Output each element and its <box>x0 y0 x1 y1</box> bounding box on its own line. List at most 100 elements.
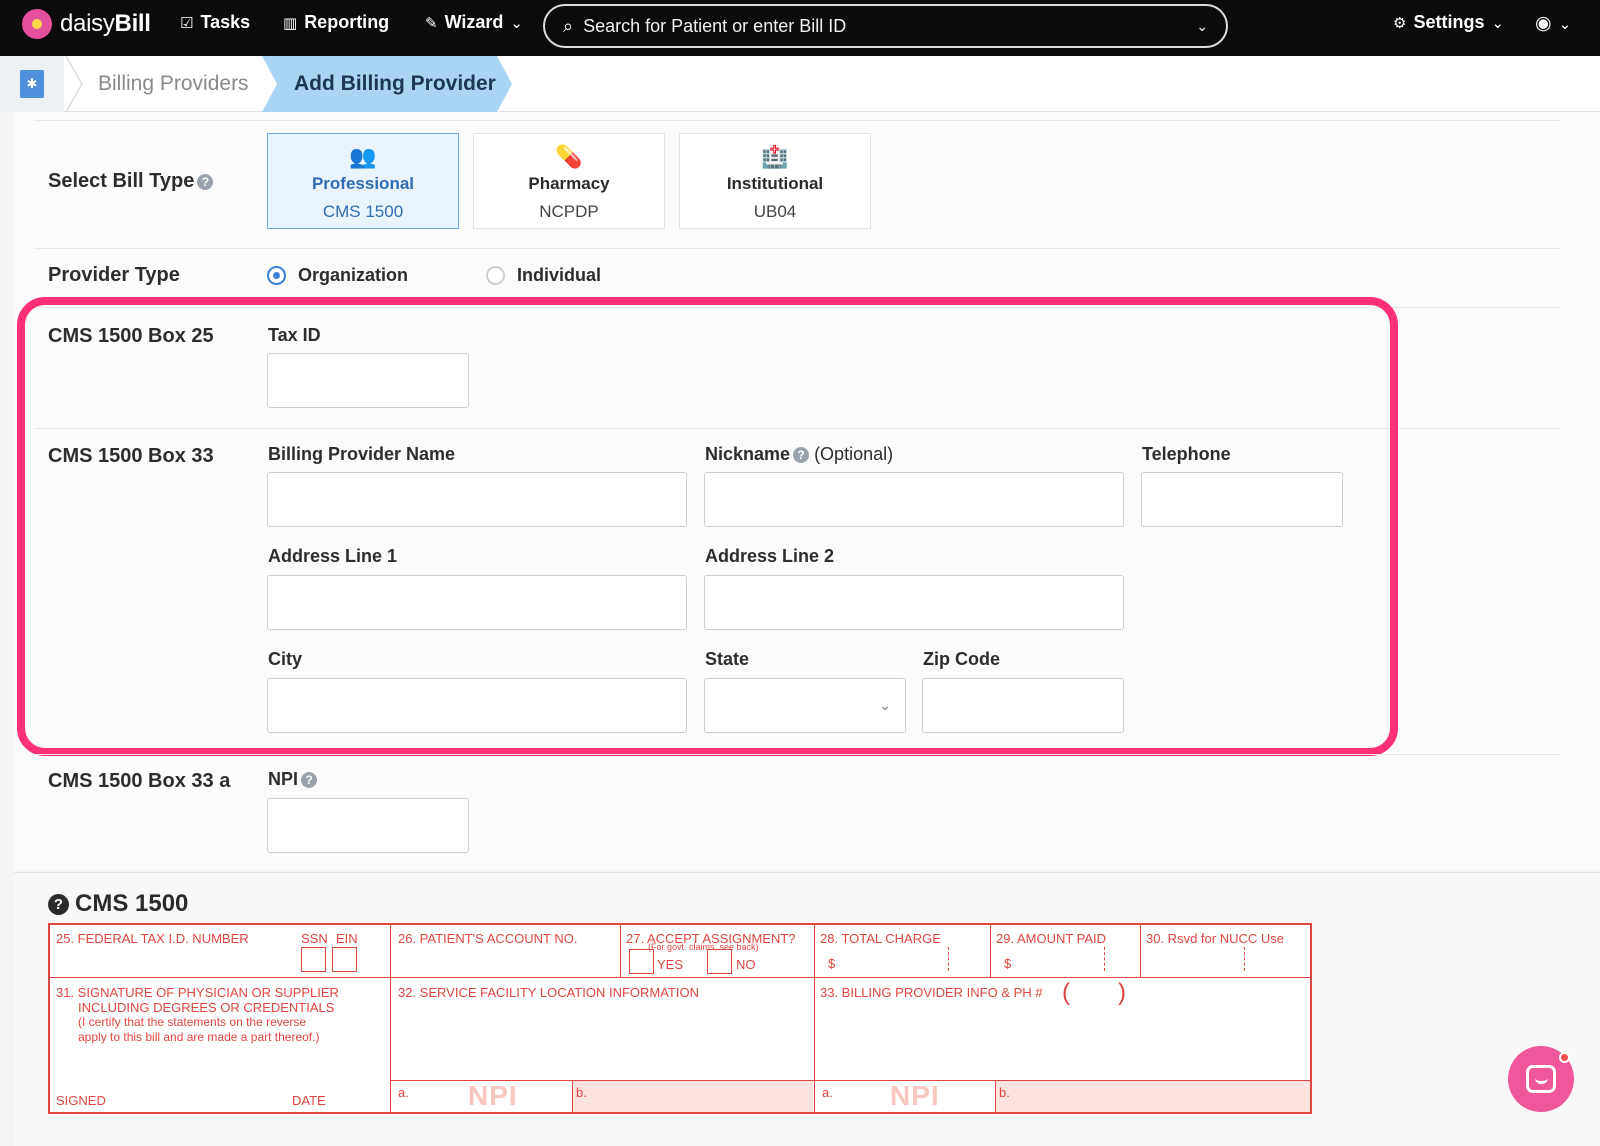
form-field-27-note: (For govt. claims, see back) <box>648 942 759 952</box>
telephone-field[interactable] <box>1141 472 1343 527</box>
form-shaded-cell <box>573 1081 813 1112</box>
top-navbar: daisyBill ☑ Tasks ▥ Reporting ✎ Wizard ⌄… <box>0 0 1600 56</box>
divider <box>34 307 1560 308</box>
form-dollar: $ <box>828 956 836 971</box>
chevron-down-icon: ⌄ <box>510 14 523 32</box>
clipboard-icon: ☑ <box>180 14 194 32</box>
help-icon[interactable]: ? <box>301 772 318 789</box>
help-icon[interactable]: ? <box>793 447 810 464</box>
bill-type-pharmacy[interactable]: 💊 Pharmacy NCPDP <box>473 133 665 229</box>
form-col-divider <box>390 925 391 1112</box>
form-field-32: 32. SERVICE FACILITY LOCATION INFORMATIO… <box>398 985 699 1000</box>
npi-field[interactable] <box>267 798 469 853</box>
magic-wand-icon: ✎ <box>425 14 438 32</box>
nav-wizard[interactable]: ✎ Wizard ⌄ <box>425 12 523 33</box>
notification-dot <box>1559 1052 1570 1063</box>
bill-type-label: Select Bill Type? <box>48 170 214 193</box>
form-33a: a. <box>822 1085 833 1100</box>
chevron-down-icon: ⌄ <box>879 697 891 713</box>
address-line2-field[interactable] <box>704 575 1124 630</box>
nav-reporting[interactable]: ▥ Reporting <box>283 12 389 33</box>
search-icon: ⌕ <box>563 15 574 36</box>
divider <box>34 754 1560 755</box>
form-yes: YES <box>657 957 684 972</box>
city-field[interactable] <box>267 678 687 733</box>
billing-provider-name-field[interactable] <box>267 472 687 527</box>
chevron-down-icon[interactable]: ⌄ <box>1196 18 1208 35</box>
form-no-checkbox <box>707 949 732 974</box>
npi-watermark: NPI <box>890 1080 940 1111</box>
logo-text: daisyBill <box>60 10 151 37</box>
npi-label: NPI? <box>268 769 318 790</box>
form-phone-paren-close: ) <box>1118 979 1126 1006</box>
users-icon: 👥 <box>349 144 377 169</box>
chat-icon <box>1526 1065 1556 1093</box>
daisy-flower-icon <box>22 9 52 39</box>
box33a-label: CMS 1500 Box 33 a <box>48 770 231 792</box>
bar-chart-icon: ▥ <box>283 14 298 32</box>
zip-code-field[interactable] <box>922 678 1124 733</box>
bill-type-professional[interactable]: 👥 Professional CMS 1500 <box>267 133 459 229</box>
tax-id-label: Tax ID <box>268 325 321 345</box>
form-33b: b. <box>999 1085 1010 1100</box>
tax-id-field[interactable] <box>267 353 469 408</box>
form-yes-checkbox <box>629 949 654 974</box>
form-shaded-cell <box>996 1081 1310 1112</box>
provider-type-label: Provider Type <box>48 264 180 286</box>
box25-label: CMS 1500 Box 25 <box>48 325 214 347</box>
zip-code-label: Zip Code <box>923 649 1000 669</box>
divider <box>34 120 1560 121</box>
daisybill-logo[interactable]: daisyBill <box>22 9 151 39</box>
form-phone-paren-open: ( <box>1062 979 1070 1006</box>
cms1500-title: ? CMS 1500 <box>48 890 188 918</box>
book-icon: ✱ <box>20 70 44 98</box>
form-ein: EIN <box>336 931 358 946</box>
search-placeholder: Search for Patient or enter Bill ID <box>583 15 847 36</box>
radio-individual[interactable]: Individual <box>486 265 601 286</box>
search-input[interactable]: ⌕ Search for Patient or enter Bill ID ⌄ <box>543 4 1228 48</box>
breadcrumb: ✱ Billing Providers Add Billing Provider <box>0 56 1600 112</box>
address-line1-field[interactable] <box>267 575 687 630</box>
box33-label: CMS 1500 Box 33 <box>48 445 214 467</box>
form-field-31: 31. SIGNATURE OF PHYSICIAN OR SUPPLIER <box>56 985 339 1000</box>
divider <box>34 248 1560 249</box>
crumb-home[interactable]: ✱ <box>0 56 64 112</box>
form-ssn-checkbox <box>301 947 326 972</box>
crumb-billing-providers[interactable]: Billing Providers <box>64 56 263 112</box>
form-no: NO <box>736 957 756 972</box>
address-line1-label: Address Line 1 <box>268 546 398 566</box>
form-signed: SIGNED <box>56 1093 106 1108</box>
city-label: City <box>268 649 303 669</box>
help-icon[interactable]: ? <box>197 173 214 190</box>
form-row-divider <box>50 977 1310 978</box>
cms1500-form-image: 25. FEDERAL TAX I.D. NUMBER SSN EIN 26. … <box>48 923 1312 1114</box>
form-dashed-divider <box>1244 947 1245 971</box>
chat-launcher-button[interactable] <box>1508 1046 1574 1112</box>
form-field-30: 30. Rsvd for NUCC Use <box>1146 931 1284 946</box>
form-dashed-divider <box>948 947 949 971</box>
state-select[interactable]: ⌄ <box>704 678 906 733</box>
form-field-31-line4: apply to this bill and are made a part t… <box>78 1030 320 1044</box>
form-field-33: 33. BILLING PROVIDER INFO & PH # <box>820 985 1043 1000</box>
form-col-divider <box>1140 925 1141 977</box>
radio-organization[interactable]: Organization <box>267 265 408 286</box>
form-col-divider <box>814 925 815 1112</box>
user-menu[interactable]: ◉ ⌄ <box>1535 12 1571 35</box>
chevron-down-icon: ⌄ <box>1558 15 1572 33</box>
form-32b: b. <box>576 1085 587 1100</box>
state-label: State <box>705 649 750 669</box>
nickname-field[interactable] <box>704 472 1124 527</box>
form-date: DATE <box>292 1093 326 1108</box>
bill-type-institutional[interactable]: 🏥 Institutional UB04 <box>679 133 871 229</box>
billing-provider-name-label: Billing Provider Name <box>268 444 456 464</box>
form-field-29: 29. AMOUNT PAID <box>996 931 1107 946</box>
form-field-26: 26. PATIENT'S ACCOUNT NO. <box>398 931 578 946</box>
form-field-31-line2: INCLUDING DEGREES OR CREDENTIALS <box>78 1000 335 1015</box>
nav-tasks[interactable]: ☑ Tasks <box>180 12 250 33</box>
address-line2-label: Address Line 2 <box>705 546 835 566</box>
divider <box>34 428 1560 429</box>
form-ein-checkbox <box>332 947 357 972</box>
nav-settings[interactable]: ⚙ Settings ⌄ <box>1393 12 1504 33</box>
help-icon[interactable]: ? <box>48 893 69 915</box>
radio-checked-icon <box>267 266 286 285</box>
